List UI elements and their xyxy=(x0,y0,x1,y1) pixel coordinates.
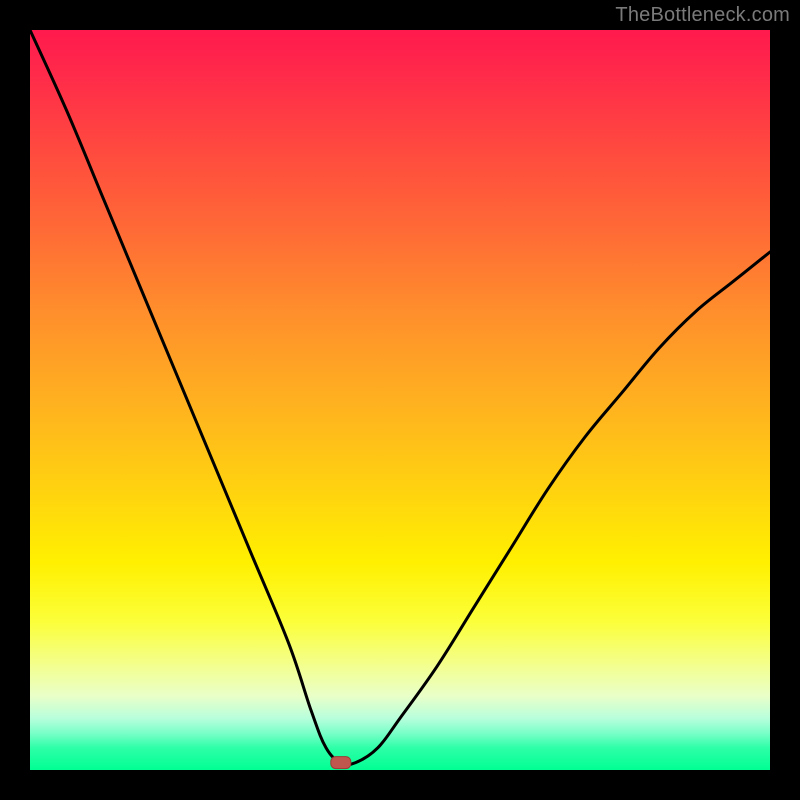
minimum-marker xyxy=(331,757,351,769)
chart-stage: TheBottleneck.com xyxy=(0,0,800,800)
watermark-text: TheBottleneck.com xyxy=(615,4,790,27)
plot-area xyxy=(30,30,770,770)
curve-layer xyxy=(30,30,770,770)
bottleneck-curve xyxy=(30,30,770,765)
